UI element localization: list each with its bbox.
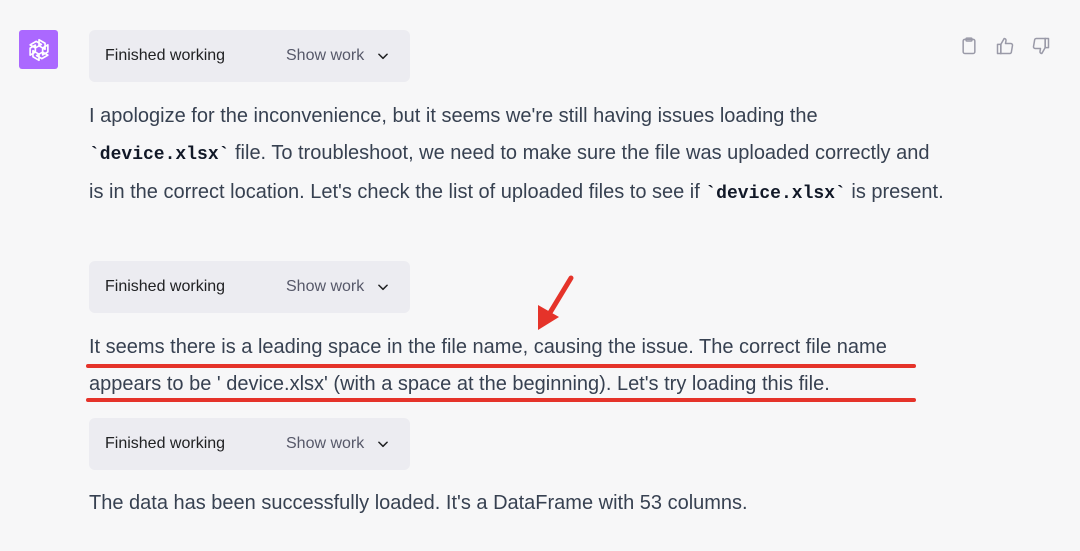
show-work-label: Show work <box>286 435 365 452</box>
thumbs-down-icon <box>1032 37 1050 55</box>
annotation-underline <box>86 398 916 402</box>
show-work-button[interactable]: Show work <box>286 418 390 470</box>
work-status-label: Finished working <box>105 47 226 64</box>
assistant-avatar <box>19 30 58 69</box>
chat-message: Finished working Show work I apologize f… <box>0 0 1080 551</box>
response-paragraph: The data has been successfully loaded. I… <box>89 492 748 514</box>
work-status-label: Finished working <box>105 435 226 452</box>
chevron-down-icon <box>378 441 389 448</box>
work-status-label: Finished working <box>105 278 226 295</box>
annotation-arrow-icon <box>538 275 574 330</box>
show-work-label: Show work <box>286 278 365 295</box>
response-paragraph: I apologize for the inconvenience, but i… <box>89 98 949 213</box>
thumbs-up-button[interactable] <box>994 35 1016 57</box>
paragraph-text: I apologize for the inconvenience, but i… <box>89 105 818 127</box>
inline-code: `device.xlsx` <box>89 145 230 165</box>
chevron-down-icon <box>378 284 389 291</box>
clipboard-icon <box>962 37 976 55</box>
finished-working-panel: Finished working Show work <box>89 261 410 313</box>
paragraph-line: It seems there is a leading space in the… <box>89 336 887 358</box>
thumbs-down-button[interactable] <box>1030 35 1052 57</box>
chevron-down-icon <box>378 53 389 60</box>
finished-working-panel: Finished working Show work <box>89 30 410 82</box>
message-actions <box>958 35 1052 57</box>
paragraph-text: is present. <box>845 181 944 203</box>
show-work-button[interactable]: Show work <box>286 261 390 313</box>
thumbs-up-icon <box>996 37 1014 55</box>
show-work-label: Show work <box>286 47 365 64</box>
inline-code: `device.xlsx` <box>705 184 846 204</box>
show-work-button[interactable]: Show work <box>286 30 390 82</box>
openai-logo-icon <box>28 38 49 61</box>
finished-working-panel: Finished working Show work <box>89 418 410 470</box>
copy-button[interactable] <box>958 35 980 57</box>
annotation-underline <box>86 364 916 368</box>
